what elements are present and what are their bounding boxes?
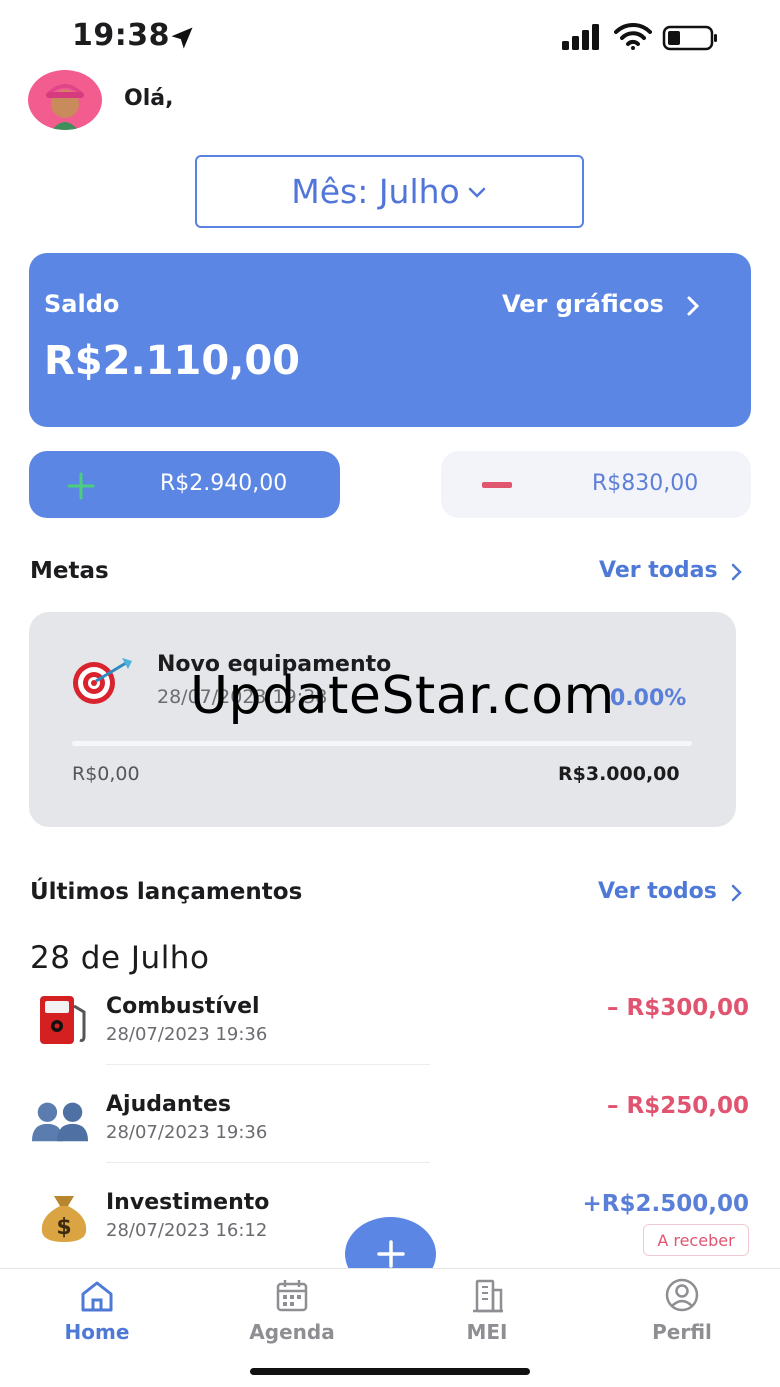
building-icon bbox=[473, 1279, 503, 1313]
goal-progress-bar bbox=[72, 741, 692, 746]
tab-profile[interactable]: Perfil bbox=[622, 1278, 742, 1348]
chevron-right-icon[interactable] bbox=[730, 562, 744, 582]
home-icon bbox=[81, 1281, 113, 1312]
home-indicator bbox=[250, 1368, 530, 1375]
income-value: R$2.940,00 bbox=[160, 471, 288, 496]
transaction-name: Combustível bbox=[106, 994, 260, 1019]
see-charts-link[interactable]: Ver gráficos bbox=[502, 290, 664, 318]
transaction-amount: – R$300,00 bbox=[607, 995, 749, 1021]
transaction-name: Ajudantes bbox=[106, 1092, 232, 1117]
goal-target-amount: R$3.000,00 bbox=[558, 763, 680, 785]
balance-label: Saldo bbox=[44, 290, 120, 318]
chevron-right-icon[interactable] bbox=[730, 883, 744, 903]
money-bag-icon: $ bbox=[41, 1196, 87, 1242]
goal-card[interactable] bbox=[29, 612, 736, 827]
avatar[interactable] bbox=[28, 70, 102, 130]
profile-icon bbox=[665, 1278, 699, 1312]
tab-label: Home bbox=[64, 1320, 130, 1344]
expense-value: R$830,00 bbox=[592, 471, 699, 496]
status-badge: A receber bbox=[643, 1224, 749, 1256]
tab-mei[interactable]: MEI bbox=[427, 1278, 547, 1348]
transaction-amount: +R$2.500,00 bbox=[582, 1191, 749, 1217]
calendar-icon bbox=[276, 1280, 308, 1312]
location-arrow-icon bbox=[171, 27, 193, 49]
transactions-title: Últimos lançamentos bbox=[30, 879, 303, 905]
wifi-icon bbox=[614, 22, 652, 50]
plus-icon bbox=[376, 1240, 405, 1268]
status-time: 19:38 bbox=[72, 18, 170, 53]
month-selector-label: Mês: Julho bbox=[291, 172, 460, 211]
svg-text:$: $ bbox=[56, 1215, 71, 1240]
tab-label: Agenda bbox=[249, 1320, 335, 1344]
date-heading: 28 de Julho bbox=[30, 940, 210, 976]
minus-icon bbox=[482, 482, 512, 488]
transaction-name: Investimento bbox=[106, 1190, 270, 1215]
goals-see-all-link[interactable]: Ver todas bbox=[599, 558, 718, 583]
goal-percent: 0.00% bbox=[610, 686, 687, 711]
balance-value: R$2.110,00 bbox=[44, 338, 301, 384]
avatar-image bbox=[46, 84, 84, 130]
target-icon bbox=[73, 658, 132, 704]
transaction-amount: – R$250,00 bbox=[607, 1093, 749, 1119]
transaction-date: 28/07/2023 19:36 bbox=[106, 1024, 268, 1045]
plus-icon bbox=[67, 472, 95, 500]
goal-date: 28/07/2023 19:38 bbox=[157, 686, 328, 708]
greeting-text: Olá, bbox=[124, 86, 174, 111]
status-bar: 19:38 bbox=[0, 0, 780, 76]
goals-title: Metas bbox=[30, 558, 109, 584]
transaction-date: 28/07/2023 19:36 bbox=[106, 1122, 268, 1143]
chevron-right-icon[interactable] bbox=[684, 295, 702, 317]
month-selector[interactable]: Mês: Julho bbox=[195, 155, 584, 228]
tab-label: MEI bbox=[466, 1320, 508, 1344]
transaction-date: 28/07/2023 16:12 bbox=[106, 1220, 268, 1241]
transactions-see-all-link[interactable]: Ver todos bbox=[598, 879, 717, 904]
chevron-down-icon bbox=[468, 187, 485, 198]
people-icon bbox=[31, 1102, 89, 1142]
goal-current-amount: R$0,00 bbox=[72, 763, 140, 785]
cellular-signal-icon bbox=[562, 24, 599, 50]
battery-icon bbox=[662, 25, 717, 51]
tab-home[interactable]: Home bbox=[37, 1278, 157, 1348]
divider bbox=[106, 1064, 430, 1065]
divider bbox=[106, 1162, 430, 1163]
fuel-pump-icon bbox=[40, 996, 86, 1044]
tab-agenda[interactable]: Agenda bbox=[232, 1278, 352, 1348]
goal-name: Novo equipamento bbox=[157, 652, 392, 677]
tab-label: Perfil bbox=[652, 1320, 712, 1344]
